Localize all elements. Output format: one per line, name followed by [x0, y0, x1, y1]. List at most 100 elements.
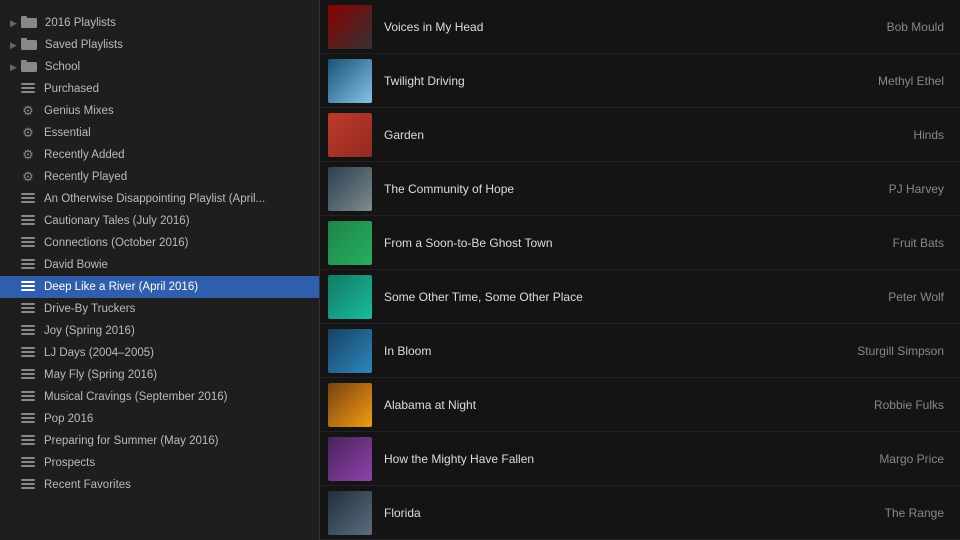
sidebar-item-an-otherwise[interactable]: An Otherwise Disappointing Playlist (Apr…: [0, 188, 319, 210]
gear-icon: ⚙: [20, 103, 36, 119]
sidebar-item-drive-by-truckers[interactable]: Drive-By Truckers: [0, 298, 319, 320]
arrow-icon: ▶: [10, 18, 17, 29]
sidebar-item-2016-playlists[interactable]: ▶ 2016 Playlists: [0, 12, 319, 34]
list-icon: [20, 456, 36, 471]
track-row[interactable]: Voices in My Head Bob Mould: [320, 0, 960, 54]
track-artist: PJ Harvey: [764, 182, 944, 196]
arrow-icon: ▶: [10, 40, 17, 51]
sidebar-item-label: Prospects: [44, 457, 95, 469]
track-artwork: [328, 329, 372, 373]
arrow-icon: ▶: [10, 62, 17, 73]
sidebar-item-school[interactable]: ▶ School: [0, 56, 319, 78]
sidebar-item-may-fly[interactable]: May Fly (Spring 2016): [0, 364, 319, 386]
track-artwork: [328, 383, 372, 427]
sidebar-item-connections[interactable]: Connections (October 2016): [0, 232, 319, 254]
sidebar-item-david-bowie[interactable]: David Bowie: [0, 254, 319, 276]
sidebar-item-label: Deep Like a River (April 2016): [44, 281, 198, 293]
sidebar-item-recently-played[interactable]: ⚙Recently Played: [0, 166, 319, 188]
track-artwork: [328, 113, 372, 157]
sidebar-item-label: Essential: [44, 127, 91, 139]
sidebar-item-label: Drive-By Truckers: [44, 303, 135, 315]
list-icon: [20, 214, 36, 229]
list-icon: [20, 434, 36, 449]
sidebar-item-prospects[interactable]: Prospects: [0, 452, 319, 474]
sidebar-item-label: Cautionary Tales (July 2016): [44, 215, 190, 227]
sidebar-item-lj-days[interactable]: LJ Days (2004–2005): [0, 342, 319, 364]
track-title: Florida: [384, 506, 764, 520]
sidebar-item-essential[interactable]: ⚙ Essential: [0, 122, 319, 144]
track-artwork: [328, 275, 372, 319]
sidebar-item-label: An Otherwise Disappointing Playlist (Apr…: [44, 193, 265, 205]
track-artist: The Range: [764, 506, 944, 520]
track-title: Garden: [384, 128, 764, 142]
track-row[interactable]: Twilight Driving Methyl Ethel: [320, 54, 960, 108]
sidebar-item-recently-added[interactable]: ⚙Recently Added: [0, 144, 319, 166]
list-icon: [20, 236, 36, 251]
gear-icon: ⚙: [20, 125, 36, 141]
track-row[interactable]: How the Mighty Have Fallen Margo Price: [320, 432, 960, 486]
sidebar-item-label: Purchased: [44, 83, 99, 95]
track-artist: Fruit Bats: [764, 236, 944, 250]
sidebar-item-label: 2016 Playlists: [45, 17, 116, 29]
sidebar-item-genius-mixes[interactable]: ⚙ Genius Mixes: [0, 100, 319, 122]
sidebar-item-label: Recently Played: [44, 171, 127, 183]
track-artwork: [328, 59, 372, 103]
track-artist: Margo Price: [764, 452, 944, 466]
track-row[interactable]: From a Soon-to-Be Ghost Town Fruit Bats: [320, 216, 960, 270]
main-content: Voices in My Head Bob Mould Twilight Dri…: [320, 0, 960, 540]
sidebar-item-joy-spring-2016[interactable]: Joy (Spring 2016): [0, 320, 319, 342]
gear-icon: ⚙: [20, 147, 36, 163]
list-icon: [20, 82, 36, 97]
sidebar-item-musical-cravings[interactable]: Musical Cravings (September 2016): [0, 386, 319, 408]
sidebar-item-label: Joy (Spring 2016): [44, 325, 135, 337]
list-icon: [20, 324, 36, 339]
list-icon: [20, 412, 36, 427]
track-artist: Hinds: [764, 128, 944, 142]
list-icon: [20, 346, 36, 361]
track-title: From a Soon-to-Be Ghost Town: [384, 236, 764, 250]
track-artwork: [328, 221, 372, 265]
sidebar-header[interactable]: [0, 0, 319, 12]
track-row[interactable]: In Bloom Sturgill Simpson: [320, 324, 960, 378]
folder-icon: [21, 37, 37, 53]
list-icon: [20, 192, 36, 207]
sidebar-item-label: LJ Days (2004–2005): [44, 347, 154, 359]
track-row[interactable]: Garden Hinds: [320, 108, 960, 162]
sidebar-item-purchased[interactable]: Purchased: [0, 78, 319, 100]
sidebar-items-list: ▶ 2016 Playlists▶ Saved Playlists▶ Schoo…: [0, 12, 319, 496]
sidebar-item-label: Genius Mixes: [44, 105, 114, 117]
sidebar-item-label: May Fly (Spring 2016): [44, 369, 157, 381]
list-icon: [20, 258, 36, 273]
sidebar-item-cautionary-tales[interactable]: Cautionary Tales (July 2016): [0, 210, 319, 232]
track-artist: Sturgill Simpson: [764, 344, 944, 358]
track-title: In Bloom: [384, 344, 764, 358]
track-row[interactable]: Alabama at Night Robbie Fulks: [320, 378, 960, 432]
sidebar-item-preparing-for-summer[interactable]: Preparing for Summer (May 2016): [0, 430, 319, 452]
sidebar-item-deep-like-a-river[interactable]: Deep Like a River (April 2016): [0, 276, 319, 298]
list-icon: [20, 280, 36, 295]
sidebar-item-label: Musical Cravings (September 2016): [44, 391, 227, 403]
sidebar-item-recent-favorites[interactable]: Recent Favorites: [0, 474, 319, 496]
folder-icon: [21, 59, 37, 75]
list-icon: [20, 368, 36, 383]
track-artist: Peter Wolf: [764, 290, 944, 304]
track-list: Voices in My Head Bob Mould Twilight Dri…: [320, 0, 960, 540]
track-title: How the Mighty Have Fallen: [384, 452, 764, 466]
track-artist: Bob Mould: [764, 20, 944, 34]
track-row[interactable]: Some Other Time, Some Other Place Peter …: [320, 270, 960, 324]
sidebar-item-saved-playlists[interactable]: ▶ Saved Playlists: [0, 34, 319, 56]
track-title: Voices in My Head: [384, 20, 764, 34]
track-artwork: [328, 491, 372, 535]
folder-icon: [21, 15, 37, 31]
track-row[interactable]: The Community of Hope PJ Harvey: [320, 162, 960, 216]
sidebar-item-label: School: [45, 61, 80, 73]
sidebar-item-label: Preparing for Summer (May 2016): [44, 435, 218, 447]
track-artist: Methyl Ethel: [764, 74, 944, 88]
track-title: Twilight Driving: [384, 74, 764, 88]
track-artwork: [328, 5, 372, 49]
sidebar-item-label: Connections (October 2016): [44, 237, 188, 249]
sidebar-item-pop-2016[interactable]: Pop 2016: [0, 408, 319, 430]
track-artwork: [328, 437, 372, 481]
track-title: The Community of Hope: [384, 182, 764, 196]
track-row[interactable]: Florida The Range: [320, 486, 960, 540]
